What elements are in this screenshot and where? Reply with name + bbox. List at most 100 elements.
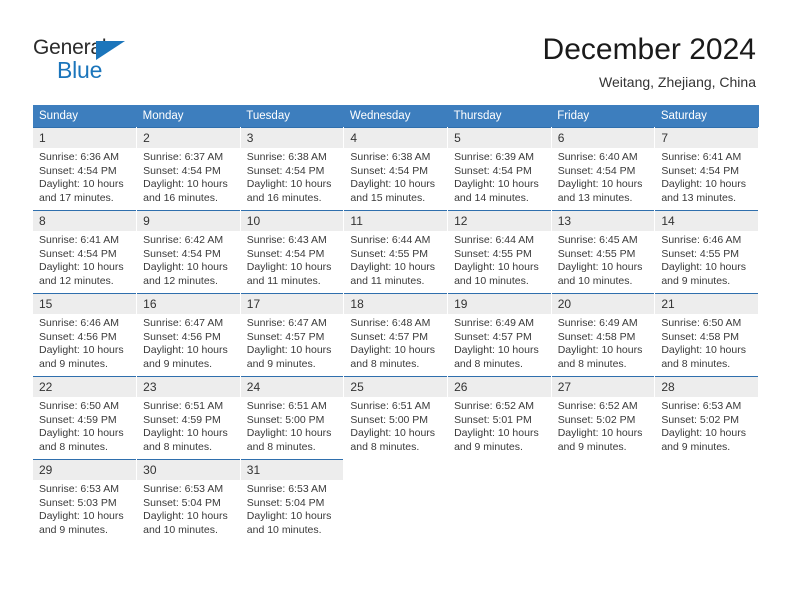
calendar-cell-empty	[551, 459, 656, 542]
general-blue-logo[interactable]: General Blue	[33, 36, 163, 86]
sunrise-text: Sunrise: 6:53 AM	[246, 483, 327, 495]
calendar-day-cell[interactable]: 15 Sunrise: 6:46 AM Sunset: 4:56 PM Dayligh…	[33, 293, 138, 377]
day-number: 30	[137, 460, 240, 480]
calendar-day-cell[interactable]: 10 Sunrise: 6:43 AM Sunset: 4:54 PM Dayligh…	[240, 210, 345, 294]
day-details: Sunrise: 6:38 AM Sunset: 4:54 PM Daylight:…	[241, 148, 344, 205]
day-number: 22	[33, 377, 137, 397]
daylight-text: Daylight: 10 hours and 9 minutes.	[39, 344, 124, 370]
calendar-day-cell[interactable]: 6 Sunrise: 6:40 AM Sunset: 4:54 PM Daylight…	[551, 127, 656, 211]
calendar-day-cell[interactable]: 14 Sunrise: 6:46 AM Sunset: 4:55 PM Dayligh…	[654, 210, 759, 294]
day-number: 9	[137, 211, 240, 231]
calendar-day-cell[interactable]: 31 Sunrise: 6:53 AM Sunset: 5:04 PM Dayligh…	[240, 459, 345, 542]
sunrise-text: Sunrise: 6:47 AM	[143, 317, 224, 329]
daylight-text: Daylight: 10 hours and 8 minutes.	[143, 427, 228, 453]
sunrise-text: Sunrise: 6:50 AM	[39, 400, 119, 412]
sunrise-text: Sunrise: 6:47 AM	[246, 317, 327, 329]
calendar-day-cell[interactable]: 19 Sunrise: 6:49 AM Sunset: 4:57 PM Dayligh…	[447, 293, 552, 377]
sunset-text: Sunset: 5:04 PM	[246, 496, 325, 509]
weekday-header-wednesday: Wednesday	[343, 105, 448, 128]
calendar-day-cell[interactable]: 20 Sunrise: 6:49 AM Sunset: 4:58 PM Dayligh…	[551, 293, 656, 377]
daylight-text: Daylight: 10 hours and 9 minutes.	[39, 510, 124, 536]
sunset-text: Sunset: 4:59 PM	[143, 413, 221, 426]
daylight-text: Daylight: 10 hours and 8 minutes.	[661, 344, 746, 370]
calendar-day-cell[interactable]: 26 Sunrise: 6:52 AM Sunset: 5:01 PM Dayligh…	[447, 376, 552, 460]
calendar-day-cell[interactable]: 30 Sunrise: 6:53 AM Sunset: 5:04 PM Dayligh…	[136, 459, 241, 542]
calendar-day-cell[interactable]: 5 Sunrise: 6:39 AM Sunset: 4:54 PM Daylight…	[447, 127, 552, 211]
calendar-day-cell[interactable]: 28 Sunrise: 6:53 AM Sunset: 5:02 PM Dayligh…	[654, 376, 759, 460]
calendar-week-row: 15 Sunrise: 6:46 AM Sunset: 4:56 PM Dayligh…	[33, 293, 759, 377]
calendar-cell-empty	[447, 459, 552, 542]
daylight-text: Daylight: 10 hours and 11 minutes.	[350, 261, 436, 287]
day-number: 21	[655, 294, 758, 314]
sunset-text: Sunset: 4:54 PM	[454, 164, 532, 177]
day-number: 24	[240, 377, 344, 397]
sunrise-text: Sunrise: 6:53 AM	[661, 400, 742, 412]
calendar-day-cell[interactable]: 12 Sunrise: 6:44 AM Sunset: 4:55 PM Dayligh…	[447, 210, 552, 294]
sunrise-text: Sunrise: 6:51 AM	[143, 400, 224, 412]
calendar-day-cell[interactable]: 25 Sunrise: 6:51 AM Sunset: 5:00 PM Dayligh…	[343, 376, 449, 460]
calendar-day-cell[interactable]: 27 Sunrise: 6:52 AM Sunset: 5:02 PM Dayligh…	[551, 376, 656, 460]
sunrise-text: Sunrise: 6:52 AM	[454, 400, 535, 412]
daylight-text: Daylight: 10 hours and 8 minutes.	[350, 427, 436, 453]
day-number: 20	[551, 294, 655, 314]
day-details: Sunrise: 6:48 AM Sunset: 4:57 PM Daylight:…	[344, 314, 447, 371]
day-number: 7	[655, 128, 758, 148]
day-number: 12	[448, 211, 551, 231]
calendar-day-cell[interactable]: 3 Sunrise: 6:38 AM Sunset: 4:54 PM Daylight…	[240, 127, 345, 211]
sunset-text: Sunset: 4:55 PM	[557, 247, 636, 260]
calendar-day-cell[interactable]: 1 Sunrise: 6:36 AM Sunset: 4:54 PM Daylight…	[33, 127, 138, 211]
daylight-text: Daylight: 10 hours and 15 minutes.	[350, 178, 436, 204]
sunset-text: Sunset: 4:55 PM	[350, 247, 429, 260]
calendar-week-row: 1 Sunrise: 6:36 AM Sunset: 4:54 PM Daylight…	[33, 127, 759, 211]
day-details: Sunrise: 6:38 AM Sunset: 4:54 PM Daylight:…	[344, 148, 447, 205]
daylight-text: Daylight: 10 hours and 9 minutes.	[246, 344, 332, 370]
day-details: Sunrise: 6:51 AM Sunset: 5:00 PM Daylight:…	[344, 397, 447, 454]
calendar-day-cell[interactable]: 9 Sunrise: 6:42 AM Sunset: 4:54 PM Daylight…	[136, 210, 241, 294]
calendar-page: General Blue December 2024 Weitang, Zhej…	[0, 0, 792, 612]
day-number: 3	[240, 128, 344, 148]
sunrise-text: Sunrise: 6:40 AM	[557, 151, 638, 163]
title-block: December 2024 Weitang, Zhejiang, China	[543, 32, 756, 92]
calendar-day-cell[interactable]: 11 Sunrise: 6:44 AM Sunset: 4:55 PM Dayligh…	[343, 210, 449, 294]
calendar-day-cell[interactable]: 18 Sunrise: 6:48 AM Sunset: 4:57 PM Dayligh…	[343, 293, 449, 377]
day-number	[448, 460, 551, 480]
sunrise-text: Sunrise: 6:48 AM	[350, 317, 431, 329]
day-number: 16	[137, 294, 240, 314]
calendar-day-cell[interactable]: 23 Sunrise: 6:51 AM Sunset: 4:59 PM Dayligh…	[136, 376, 241, 460]
calendar-day-cell[interactable]: 21 Sunrise: 6:50 AM Sunset: 4:58 PM Dayligh…	[654, 293, 759, 377]
sunset-text: Sunset: 4:58 PM	[661, 330, 739, 343]
calendar-day-cell[interactable]: 22 Sunrise: 6:50 AM Sunset: 4:59 PM Dayligh…	[33, 376, 138, 460]
calendar-day-cell[interactable]: 17 Sunrise: 6:47 AM Sunset: 4:57 PM Dayligh…	[240, 293, 345, 377]
sunrise-text: Sunrise: 6:38 AM	[246, 151, 327, 163]
day-number	[551, 460, 655, 480]
day-details: Sunrise: 6:50 AM Sunset: 4:58 PM Daylight:…	[655, 314, 758, 371]
day-details: Sunrise: 6:40 AM Sunset: 4:54 PM Daylight:…	[552, 148, 655, 205]
sunrise-text: Sunrise: 6:51 AM	[350, 400, 431, 412]
daylight-text: Daylight: 10 hours and 12 minutes.	[143, 261, 228, 287]
calendar-day-cell[interactable]: 7 Sunrise: 6:41 AM Sunset: 4:54 PM Daylight…	[654, 127, 759, 211]
sunset-text: Sunset: 4:54 PM	[350, 164, 429, 177]
sunset-text: Sunset: 4:57 PM	[246, 330, 325, 343]
calendar-day-cell[interactable]: 16 Sunrise: 6:47 AM Sunset: 4:56 PM Dayligh…	[136, 293, 241, 377]
calendar-day-cell[interactable]: 2 Sunrise: 6:37 AM Sunset: 4:54 PM Daylight…	[136, 127, 241, 211]
day-details: Sunrise: 6:44 AM Sunset: 4:55 PM Daylight:…	[344, 231, 447, 288]
day-number: 27	[551, 377, 655, 397]
calendar-day-cell[interactable]: 8 Sunrise: 6:41 AM Sunset: 4:54 PM Daylight…	[33, 210, 138, 294]
calendar-day-cell[interactable]: 29 Sunrise: 6:53 AM Sunset: 5:03 PM Dayligh…	[33, 459, 138, 542]
day-number: 31	[240, 460, 344, 480]
calendar-week-row: 29 Sunrise: 6:53 AM Sunset: 5:03 PM Dayligh…	[33, 459, 759, 542]
calendar-week-row: 8 Sunrise: 6:41 AM Sunset: 4:54 PM Daylight…	[33, 210, 759, 294]
calendar-body: 1 Sunrise: 6:36 AM Sunset: 4:54 PM Daylight…	[33, 127, 759, 542]
calendar-day-cell[interactable]: 24 Sunrise: 6:51 AM Sunset: 5:00 PM Dayligh…	[240, 376, 345, 460]
daylight-text: Daylight: 10 hours and 8 minutes.	[39, 427, 124, 453]
sunset-text: Sunset: 4:54 PM	[557, 164, 636, 177]
daylight-text: Daylight: 10 hours and 10 minutes.	[143, 510, 228, 536]
calendar-day-cell[interactable]: 4 Sunrise: 6:38 AM Sunset: 4:54 PM Daylight…	[343, 127, 449, 211]
sunrise-text: Sunrise: 6:36 AM	[39, 151, 119, 163]
sunset-text: Sunset: 4:59 PM	[39, 413, 117, 426]
day-number: 1	[33, 128, 137, 148]
day-number: 26	[448, 377, 551, 397]
calendar-day-cell[interactable]: 13 Sunrise: 6:45 AM Sunset: 4:55 PM Dayligh…	[551, 210, 656, 294]
day-details: Sunrise: 6:51 AM Sunset: 5:00 PM Daylight:…	[241, 397, 344, 454]
sunrise-text: Sunrise: 6:46 AM	[39, 317, 119, 329]
